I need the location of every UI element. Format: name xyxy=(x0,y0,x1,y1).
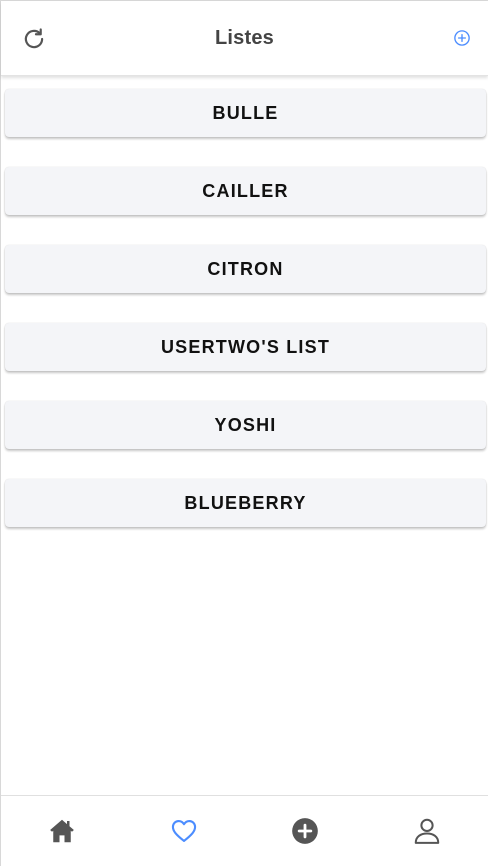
list-label: BLUEBERRY xyxy=(184,492,307,513)
heart-outline-icon xyxy=(170,817,198,845)
tab-favorites[interactable] xyxy=(123,796,245,866)
home-icon xyxy=(47,816,77,846)
list-button-bulle[interactable]: BULLE xyxy=(5,89,486,137)
tab-add[interactable] xyxy=(245,796,367,866)
person-outline-icon xyxy=(412,816,442,846)
list-label: USERTWO'S LIST xyxy=(160,336,331,357)
add-circle-icon xyxy=(291,817,319,845)
list-button-blueberry[interactable]: BLUEBERRY xyxy=(5,479,486,527)
list-label: YOSHI xyxy=(214,414,277,435)
lists-container: BULLE CAILLER CITRON USERTWO'S LIST YOSH… xyxy=(5,89,486,557)
list-label: CAILLER xyxy=(202,180,289,201)
list-label: BULLE xyxy=(212,102,279,123)
list-button-yoshi[interactable]: YOSHI xyxy=(5,401,486,449)
list-button-usertwos-list[interactable]: USERTWO'S LIST xyxy=(5,323,486,371)
bottom-tab-bar xyxy=(1,795,488,866)
app-window: Listes BULLE CAILLER CITRON USERTWO'S LI… xyxy=(0,0,488,866)
list-button-citron[interactable]: CITRON xyxy=(5,245,486,293)
tab-home[interactable] xyxy=(1,796,123,866)
tab-profile[interactable] xyxy=(366,796,488,866)
page-title: Listes xyxy=(214,27,274,49)
header-toolbar: Listes xyxy=(1,1,488,76)
list-label: CITRON xyxy=(207,258,284,279)
list-button-cailler[interactable]: CAILLER xyxy=(5,167,486,215)
add-circle-outline-icon[interactable] xyxy=(453,29,471,47)
